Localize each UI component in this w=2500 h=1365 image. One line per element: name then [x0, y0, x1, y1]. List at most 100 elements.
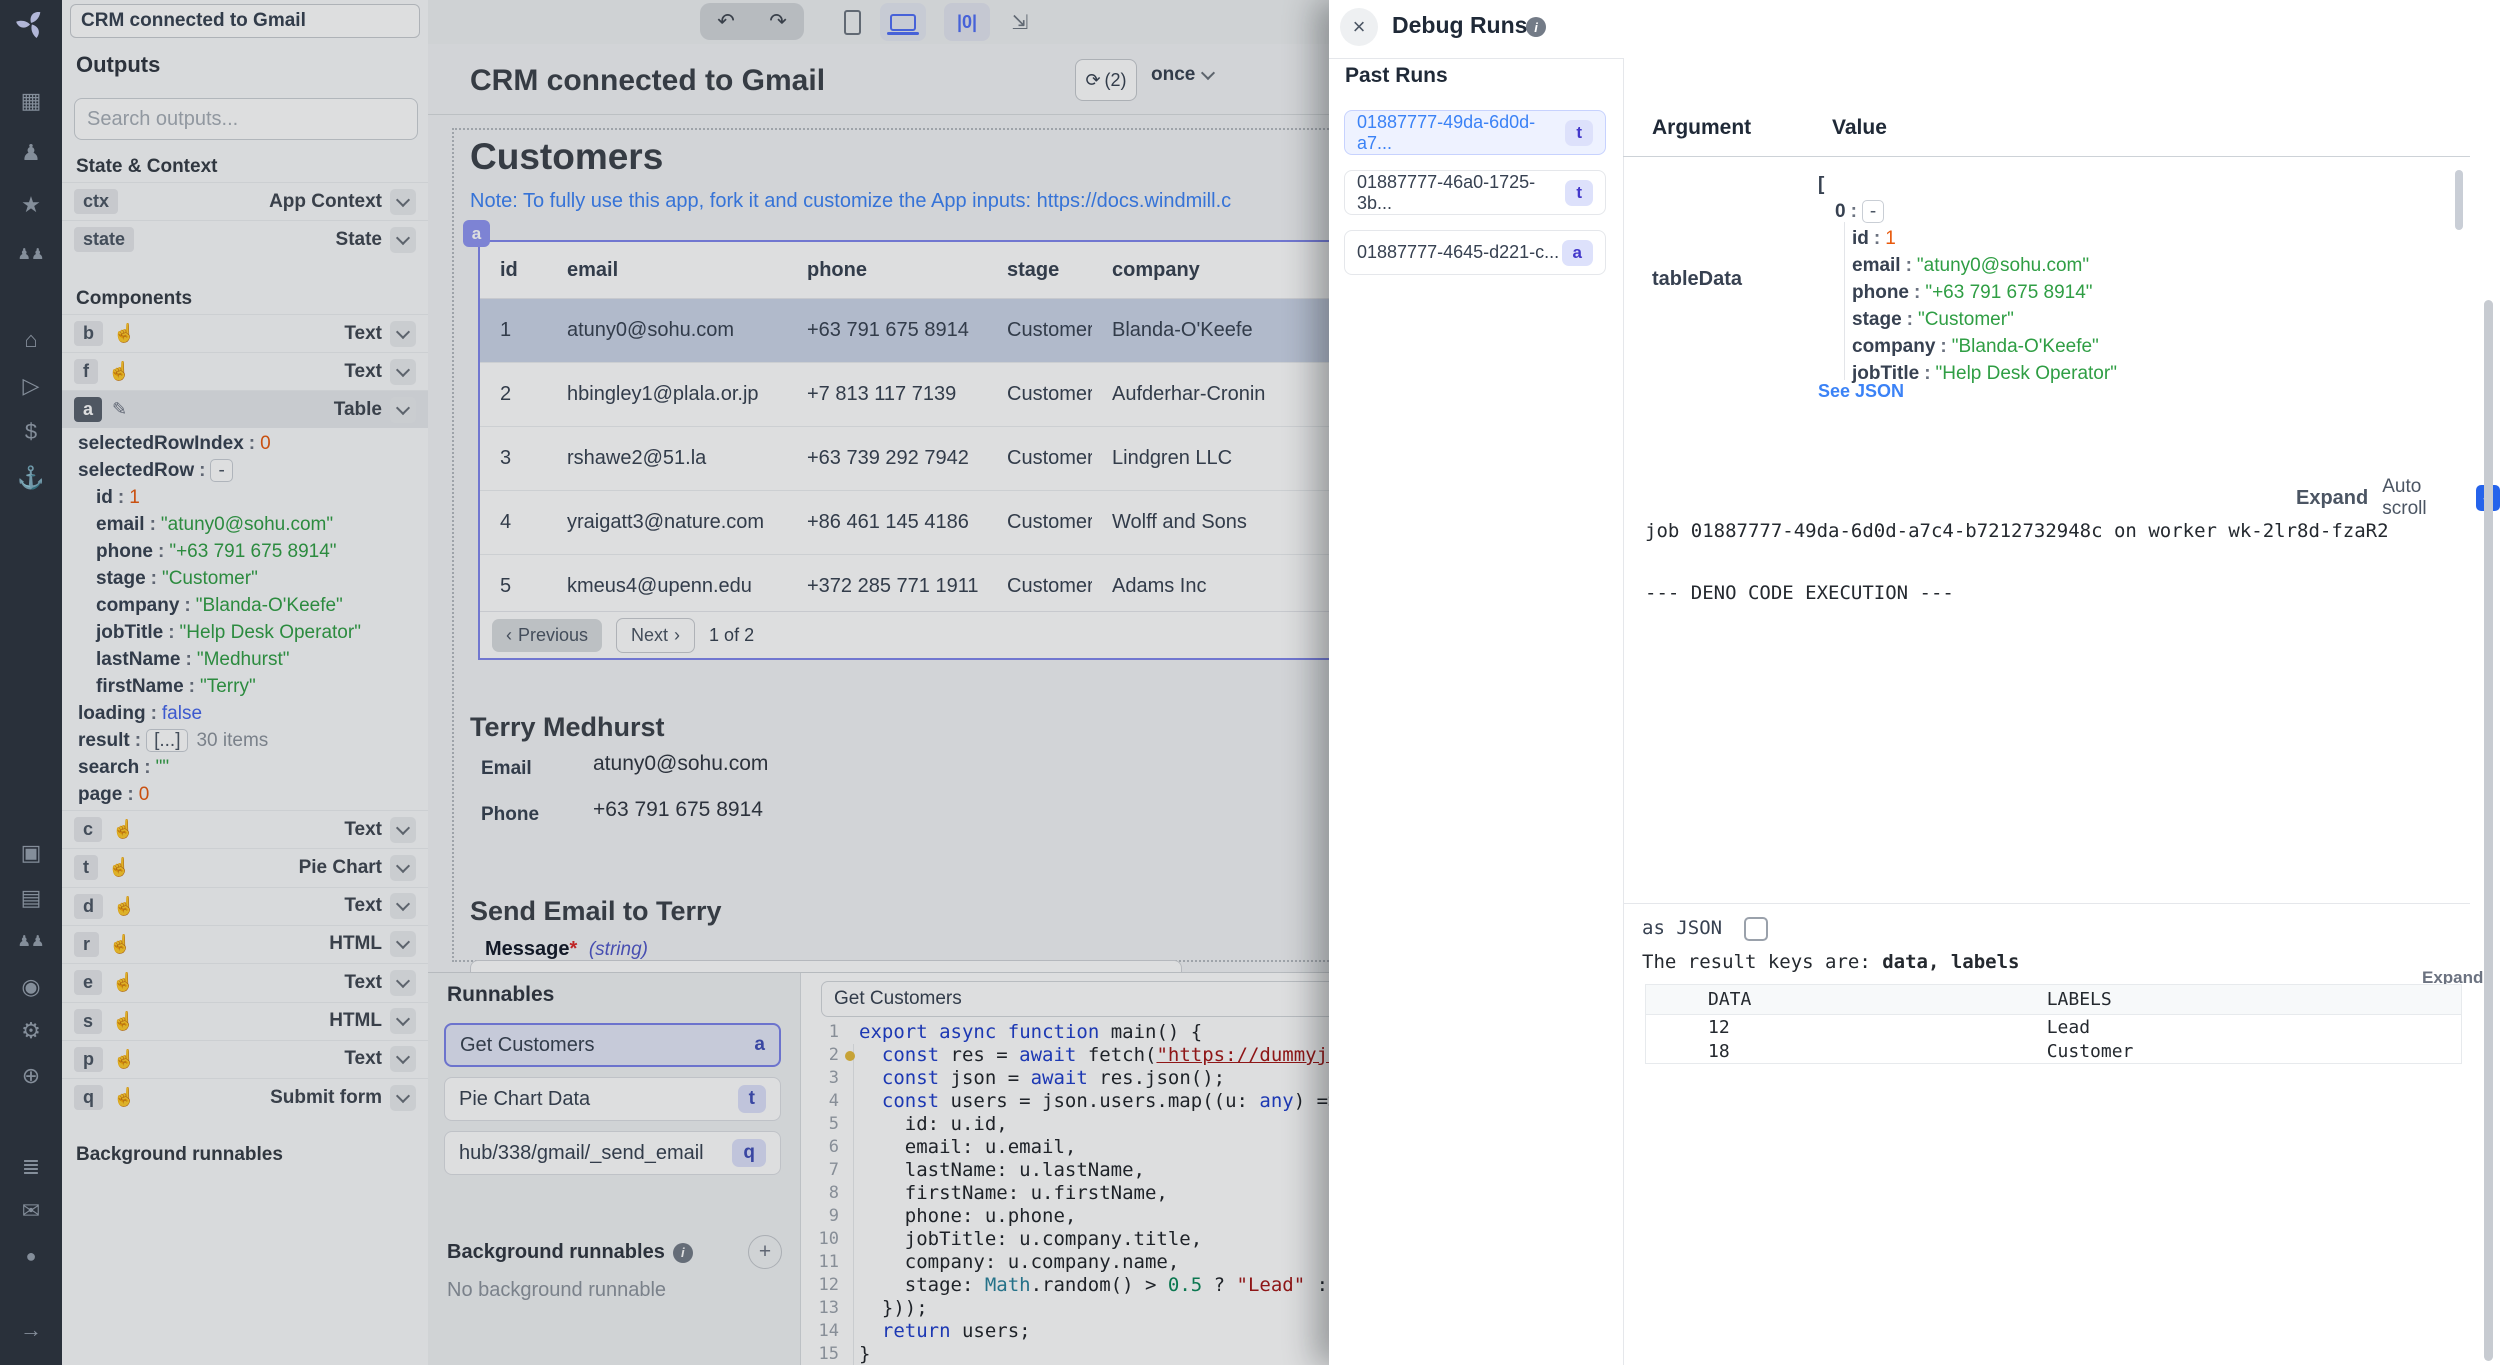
output-row-ctx[interactable]: ctx App Context: [62, 182, 428, 220]
chevron-down-icon[interactable]: [390, 817, 416, 843]
chevron-down-icon[interactable]: [390, 893, 416, 919]
chevron-down-icon[interactable]: [390, 397, 416, 423]
prop-key: jobTitle: [96, 622, 163, 643]
component-row-c[interactable]: c☝Text: [62, 810, 428, 848]
desktop-view-button[interactable]: [880, 3, 926, 41]
prop-value: "Customer": [162, 568, 258, 589]
json-scrollbar[interactable]: [2455, 170, 2463, 230]
drawer-title: Debug Runs: [1392, 12, 1527, 39]
book-icon[interactable]: ≣: [0, 1154, 62, 1180]
prop-value: false: [162, 703, 202, 724]
previous-page-button[interactable]: ‹ Previous: [492, 619, 602, 652]
prop-value: "atuny0@sohu.com": [1917, 255, 2089, 276]
refresh-icon: ⟳: [1085, 70, 1100, 91]
dollar-icon[interactable]: $: [0, 419, 62, 445]
component-row-p[interactable]: p☝Text: [62, 1040, 428, 1078]
component-row-e[interactable]: e☝Text: [62, 963, 428, 1001]
chevron-down-icon[interactable]: [390, 1046, 416, 1072]
collapse-sidebar-icon[interactable]: →: [0, 1317, 62, 1343]
code-text: jobTitle: u.company.title,: [859, 1228, 1202, 1251]
info-icon: i: [673, 1243, 693, 1263]
runnable-item[interactable]: Pie Chart Datat: [444, 1077, 781, 1121]
chevron-down-icon[interactable]: [390, 855, 416, 881]
prop-key: phone: [1852, 282, 1909, 303]
component-row-r[interactable]: r☝HTML: [62, 925, 428, 963]
past-run-item[interactable]: 01887777-49da-6d0d-a7...t: [1344, 110, 1606, 155]
gear-icon[interactable]: ⚙: [0, 1018, 62, 1044]
chevron-down-icon[interactable]: [390, 1008, 416, 1034]
line-number: 2: [801, 1044, 839, 1067]
prop-line: jobTitle:"Help Desk Operator": [1818, 360, 2438, 387]
prop-value[interactable]: -: [1862, 200, 1884, 223]
divider: [1623, 156, 2470, 157]
add-background-runnable-button[interactable]: +: [748, 1235, 782, 1269]
component-row-s[interactable]: s☝HTML: [62, 1002, 428, 1040]
app-name-input[interactable]: [70, 4, 420, 38]
component-row-t[interactable]: t☝Pie Chart: [62, 848, 428, 886]
component-row-f[interactable]: f☝Text: [62, 352, 428, 390]
prop-value: 1: [1885, 228, 1896, 249]
search-outputs-input[interactable]: [74, 98, 418, 140]
next-page-button[interactable]: Next ›: [616, 618, 695, 653]
chat-icon[interactable]: ✉: [0, 1198, 62, 1224]
redo-icon[interactable]: ↷: [769, 9, 787, 34]
chevron-down-icon[interactable]: [390, 970, 416, 996]
send-email-title: Send Email to Terry: [470, 896, 722, 927]
eye-icon[interactable]: ◉: [0, 974, 62, 1000]
refresh-button[interactable]: ⟳ (2): [1075, 59, 1137, 101]
drawer-scrollbar[interactable]: [2484, 300, 2493, 1361]
log-expand-button[interactable]: Expand: [2296, 487, 2368, 510]
table-cell: +372 285 771 1911: [787, 555, 987, 619]
runnable-item[interactable]: Get Customersa: [444, 1023, 781, 1067]
table-cell: 2: [480, 363, 547, 427]
mobile-view-button[interactable]: [833, 3, 871, 41]
component-row-q[interactable]: q☝Submit form: [62, 1078, 428, 1116]
prop-line: selectedRowIndex:0: [62, 430, 428, 457]
prop-line: loading:false: [62, 700, 428, 727]
runnable-item[interactable]: hub/338/gmail/_send_emailq: [444, 1131, 781, 1175]
prop-value[interactable]: [...]: [146, 729, 188, 752]
windmill-logo[interactable]: [0, 8, 62, 46]
chevron-down-icon[interactable]: [390, 359, 416, 385]
users-icon[interactable]: ♟♟: [0, 242, 62, 268]
component-row-a[interactable]: a✎Table: [62, 390, 428, 428]
home-icon[interactable]: ⌂: [0, 327, 62, 353]
component-type: Table: [334, 399, 382, 421]
next-label: Next: [631, 625, 668, 646]
user-icon[interactable]: ♟: [0, 140, 62, 166]
fullscreen-button[interactable]: ⇲: [1000, 3, 1040, 41]
component-row-d[interactable]: d☝Text: [62, 887, 428, 925]
chevron-down-icon[interactable]: [390, 1085, 416, 1111]
prop-line: [: [1818, 171, 2438, 198]
building-icon[interactable]: ▦: [0, 88, 62, 114]
component-row-b[interactable]: b☝Text: [62, 314, 428, 352]
message-label: Message: [485, 938, 570, 960]
past-run-item[interactable]: 01887777-4645-d221-c...a: [1344, 230, 1606, 275]
result-cell: Lead: [1985, 1015, 2462, 1040]
team-icon[interactable]: ♟♟: [0, 929, 62, 955]
folder-icon[interactable]: ▤: [0, 885, 62, 911]
past-run-item[interactable]: 01887777-46a0-1725-3b...t: [1344, 170, 1606, 215]
globe-icon[interactable]: ⊕: [0, 1063, 62, 1089]
center-content-button[interactable]: |0|: [944, 3, 990, 41]
output-row-state[interactable]: state State: [62, 220, 428, 258]
output-type: App Context: [269, 191, 382, 213]
chevron-down-icon[interactable]: [390, 227, 416, 253]
see-json-link[interactable]: See JSON: [1818, 381, 1904, 402]
chevron-down-icon[interactable]: [390, 321, 416, 347]
play-icon[interactable]: ▷: [0, 373, 62, 399]
once-dropdown[interactable]: once: [1151, 64, 1213, 86]
apps-icon[interactable]: ▣: [0, 840, 62, 866]
anchor-icon[interactable]: ⚓: [0, 465, 62, 491]
undo-icon[interactable]: ↶: [717, 9, 735, 34]
close-drawer-button[interactable]: ×: [1340, 8, 1378, 46]
chevron-down-icon[interactable]: [390, 931, 416, 957]
runnable-badge: q: [732, 1139, 766, 1167]
prop-colon: :: [1919, 363, 1935, 384]
prop-value[interactable]: -: [210, 459, 232, 482]
line-number: 15: [801, 1343, 839, 1365]
github-icon[interactable]: ●: [0, 1243, 62, 1269]
chevron-down-icon[interactable]: [390, 189, 416, 215]
star-icon[interactable]: ★: [0, 192, 62, 218]
as-json-checkbox[interactable]: [1744, 917, 1768, 941]
